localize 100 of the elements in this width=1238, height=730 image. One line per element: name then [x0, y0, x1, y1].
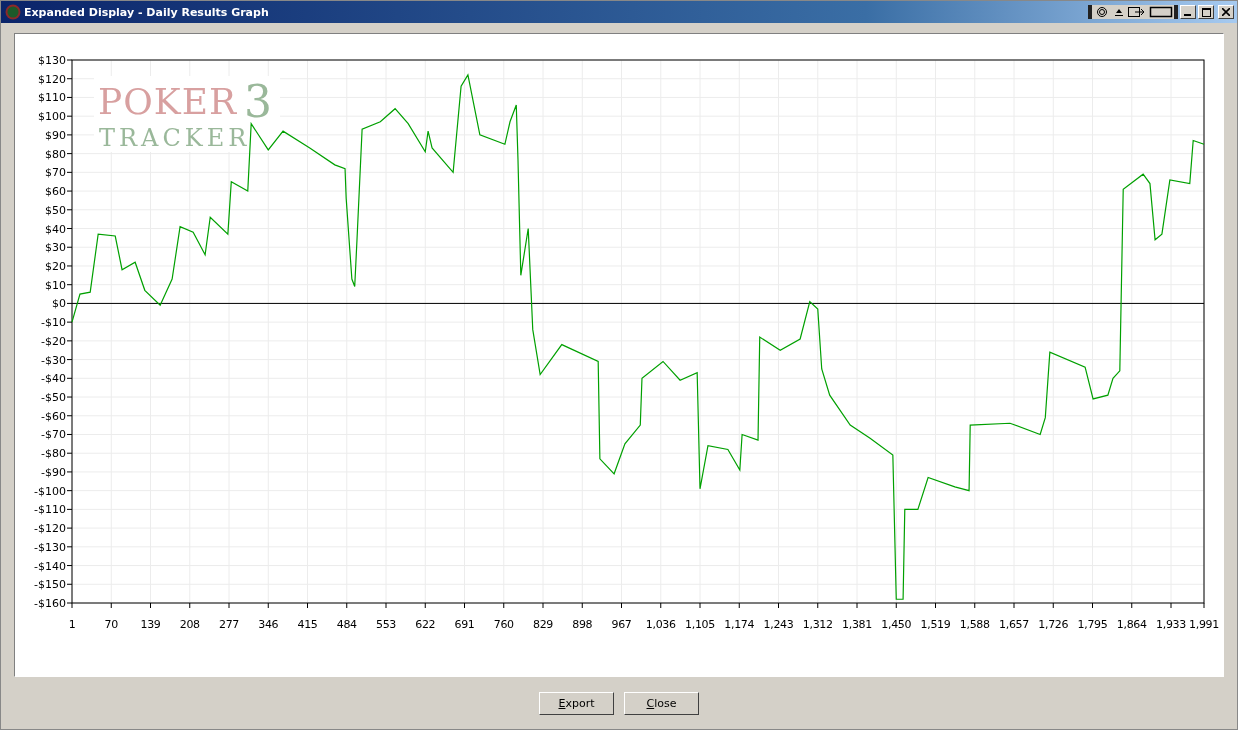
x-axis-label: 760: [493, 618, 514, 631]
y-axis-label: $130: [38, 54, 66, 67]
tick-mark: [464, 602, 465, 609]
y-axis-label: $90: [45, 128, 66, 142]
x-axis-label: 898: [572, 618, 593, 631]
x-axis-label: 415: [297, 618, 318, 631]
y-axis-label: $120: [38, 72, 66, 86]
dialog-button[interactable]: Close: [624, 692, 699, 715]
tick-mark: [189, 602, 191, 609]
tick-mark: [66, 415, 73, 417]
tick-mark: [66, 527, 73, 529]
y-axis-label: -$20: [41, 334, 66, 348]
window-icon[interactable]: [1149, 6, 1173, 18]
tick-mark: [66, 452, 73, 454]
y-axis-label: -$160: [34, 597, 66, 610]
x-axis-label: 1,450: [881, 618, 912, 631]
y-axis-label: $60: [45, 185, 66, 199]
x-axis-label: 1,105: [685, 618, 715, 631]
app-icon: [5, 4, 21, 20]
y-axis-label: $70: [45, 166, 66, 180]
tick-mark: [66, 508, 73, 510]
tick-mark: [110, 602, 112, 609]
x-axis-label: 1,795: [1077, 618, 1108, 631]
tick-mark: [66, 359, 73, 361]
tick-mark: [895, 602, 897, 609]
tick-mark: [66, 78, 73, 80]
tick-mark: [503, 602, 505, 609]
x-axis-label: 622: [415, 618, 436, 631]
tick-mark: [66, 471, 73, 473]
tick-mark: [66, 228, 73, 229]
tick-mark: [66, 265, 73, 267]
x-axis-label: 1,726: [1038, 618, 1069, 631]
window-title: Expanded Display - Daily Results Graph: [24, 5, 270, 19]
tick-mark: [1131, 602, 1133, 609]
tick-mark: [778, 602, 779, 609]
tick-mark: [66, 302, 73, 304]
tick-mark: [66, 115, 73, 117]
tick-mark: [974, 602, 976, 609]
tick-mark: [307, 602, 308, 609]
y-axis-label: $20: [45, 259, 66, 273]
x-axis-label: 1,312: [802, 618, 833, 631]
close-button[interactable]: [1218, 5, 1234, 19]
y-axis-label: $50: [45, 203, 66, 217]
y-axis-label: -$100: [34, 484, 66, 498]
tick-mark: [1203, 602, 1205, 609]
minimize-button[interactable]: [1180, 5, 1196, 19]
y-axis-label: -$30: [41, 353, 66, 367]
logo-text: POKER: [98, 81, 237, 122]
x-axis-label: 1,243: [763, 618, 794, 631]
maximize-icon: [1201, 7, 1211, 17]
tick-mark: [1052, 602, 1054, 609]
tick-mark: [66, 340, 73, 342]
tick-mark: [66, 396, 73, 398]
y-axis-label: $0: [52, 297, 66, 311]
tick-mark: [66, 284, 73, 286]
tick-mark: [385, 602, 387, 609]
tick-mark: [856, 602, 858, 609]
tick-mark: [424, 602, 426, 609]
y-axis-label: -$150: [34, 578, 66, 592]
tick-mark: [66, 171, 73, 173]
x-axis-label: 1,588: [959, 618, 990, 631]
tick-mark: [66, 246, 73, 248]
y-axis-label: -$130: [34, 540, 66, 554]
y-axis-label: -$90: [41, 465, 66, 479]
x-axis-label: 346: [258, 618, 279, 631]
y-axis-label: $40: [45, 222, 66, 236]
x-axis-label: 70: [104, 618, 118, 631]
x-axis-label: 1,381: [842, 618, 872, 631]
tick-mark: [66, 134, 73, 136]
tick-mark: [1170, 602, 1172, 609]
tick-mark: [66, 583, 73, 585]
x-axis-label: 1,519: [920, 618, 951, 631]
tick-mark: [817, 602, 819, 609]
dialog-button[interactable]: Export: [539, 692, 614, 715]
tick-mark: [1013, 602, 1015, 609]
x-axis-label: 1,174: [724, 618, 755, 631]
y-axis-label: $30: [45, 241, 66, 255]
y-axis-label: -$40: [41, 372, 66, 386]
tick-mark: [66, 209, 73, 211]
y-axis-label: -$70: [41, 428, 66, 442]
x-axis-label: 1,036: [645, 618, 676, 631]
tick-mark: [150, 602, 151, 609]
tick-mark: [542, 602, 544, 609]
arrow-out-icon[interactable]: [1127, 6, 1147, 18]
tick-mark: [346, 602, 348, 609]
tick-mark: [66, 96, 73, 98]
tick-mark: [66, 59, 73, 61]
y-axis-label: -$110: [34, 503, 66, 517]
y-axis-label: $110: [38, 91, 66, 105]
y-axis-label: -$60: [41, 409, 66, 423]
x-axis-label: 1,933: [1156, 618, 1186, 631]
x-axis-label: 967: [611, 618, 632, 631]
tick-mark: [621, 602, 622, 609]
maximize-button[interactable]: [1198, 5, 1214, 19]
tick-mark: [66, 490, 73, 492]
tick-mark: [738, 602, 740, 609]
x-axis-label: 829: [532, 618, 554, 631]
tick-mark: [66, 565, 73, 567]
tick-mark: [1092, 602, 1093, 609]
tick-mark: [699, 602, 701, 609]
